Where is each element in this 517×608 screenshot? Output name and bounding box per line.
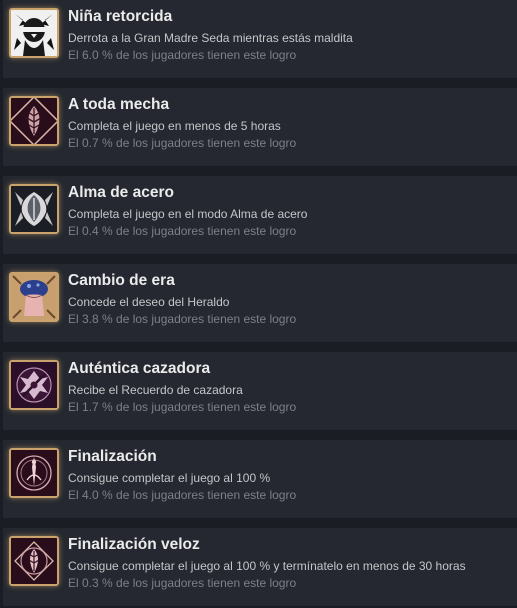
speed-leaf-crest-icon bbox=[9, 96, 59, 146]
achievement-title: Cambio de era bbox=[68, 272, 175, 289]
achievement-title: A toda mecha bbox=[68, 96, 170, 113]
achievement-title: Finalización veloz bbox=[68, 536, 200, 553]
achievement-description: Recibe el Recuerdo de cazadora bbox=[68, 383, 243, 397]
achievement-description: Derrota a la Gran Madre Seda mientras es… bbox=[68, 31, 353, 45]
achievement-row[interactable]: Finalización Consigue completar el juego… bbox=[3, 440, 517, 518]
achievement-unlock-percent: El 0.3 % de los jugadores tienen este lo… bbox=[68, 576, 297, 590]
achievement-row[interactable]: Alma de acero Completa el juego en el mo… bbox=[3, 176, 517, 254]
achievement-title: Alma de acero bbox=[68, 184, 174, 201]
achievement-title: Niña retorcida bbox=[68, 8, 173, 25]
achievement-description: Completa el juego en el modo Alma de ace… bbox=[68, 207, 308, 221]
achievement-row[interactable]: Auténtica cazadora Recibe el Recuerdo de… bbox=[3, 352, 517, 430]
achievement-row[interactable]: Niña retorcida Derrota a la Gran Madre S… bbox=[3, 0, 517, 78]
achievement-unlock-percent: El 6.0 % de los jugadores tienen este lo… bbox=[68, 48, 297, 62]
achievement-unlock-percent: El 1.7 % de los jugadores tienen este lo… bbox=[68, 400, 297, 414]
speed-completion-crest-icon bbox=[9, 536, 59, 586]
herald-mushroom-icon bbox=[9, 272, 59, 322]
achievement-description: Consigue completar el juego al 100 % y t… bbox=[68, 559, 466, 573]
achievement-title: Auténtica cazadora bbox=[68, 360, 211, 377]
achievement-description: Concede el deseo del Heraldo bbox=[68, 295, 230, 309]
cursed-girl-icon bbox=[9, 8, 59, 58]
achievement-list: Niña retorcida Derrota a la Gran Madre S… bbox=[0, 0, 517, 608]
achievement-unlock-percent: El 4.0 % de los jugadores tienen este lo… bbox=[68, 488, 297, 502]
achievement-description: Completa el juego en menos de 5 horas bbox=[68, 119, 281, 133]
achievement-row[interactable]: Cambio de era Concede el deseo del Heral… bbox=[3, 264, 517, 342]
achievement-unlock-percent: El 0.4 % de los jugadores tienen este lo… bbox=[68, 224, 297, 238]
achievement-unlock-percent: El 0.7 % de los jugadores tienen este lo… bbox=[68, 136, 297, 150]
achievement-title: Finalización bbox=[68, 448, 157, 465]
completion-crest-icon bbox=[9, 448, 59, 498]
huntress-crest-icon bbox=[9, 360, 59, 410]
achievement-row[interactable]: A toda mecha Completa el juego en menos … bbox=[3, 88, 517, 166]
achievement-description: Consigue completar el juego al 100 % bbox=[68, 471, 271, 485]
steel-soul-crest-icon bbox=[9, 184, 59, 234]
achievement-unlock-percent: El 3.8 % de los jugadores tienen este lo… bbox=[68, 312, 297, 326]
achievement-row[interactable]: Finalización veloz Consigue completar el… bbox=[3, 528, 517, 606]
